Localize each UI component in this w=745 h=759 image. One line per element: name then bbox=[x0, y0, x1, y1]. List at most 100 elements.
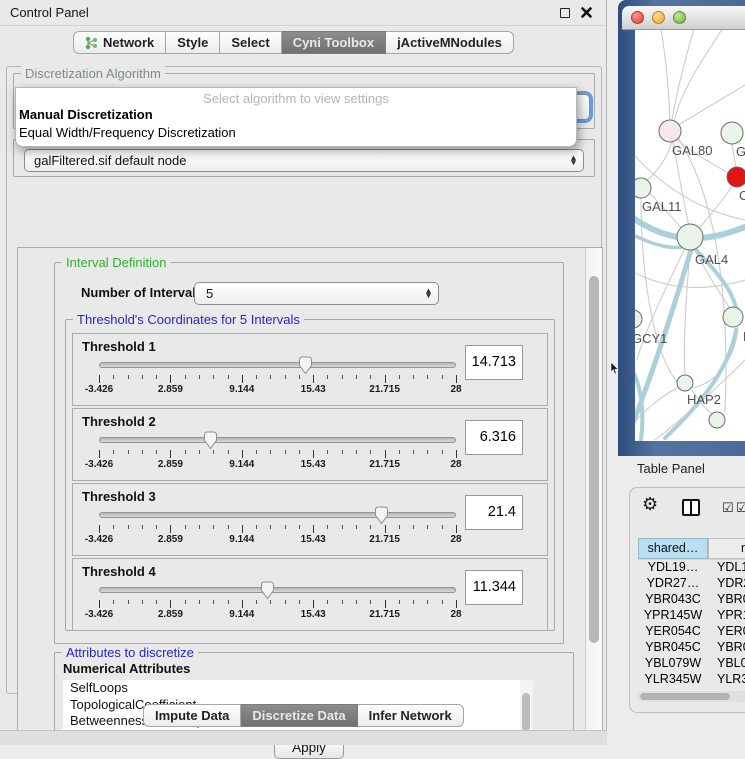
threshold-value-field[interactable]: 6.316 bbox=[465, 420, 523, 455]
tick-mark bbox=[228, 600, 229, 604]
tick-mark bbox=[185, 450, 186, 454]
slider-thumb-icon[interactable] bbox=[374, 506, 389, 525]
threshold-value-field[interactable]: 21.4 bbox=[465, 495, 523, 530]
vertical-scrollbar[interactable] bbox=[585, 248, 602, 732]
column-header-shared[interactable]: shared… bbox=[638, 538, 708, 559]
network-node[interactable] bbox=[635, 310, 642, 328]
table-data-combobox[interactable]: galFiltered.sif default node ▲▼ bbox=[24, 149, 584, 172]
slider-scale-labels: -3.4262.8599.14415.4321.71528 bbox=[99, 384, 456, 396]
table-row[interactable]: YPR145WYPR1 bbox=[638, 608, 745, 624]
tick-mark bbox=[385, 375, 386, 383]
threshold-panel: Threshold 3 -3.4262.8599.14415.4321.7152… bbox=[72, 483, 548, 556]
threshold-slider[interactable] bbox=[99, 508, 456, 524]
close-traffic-light[interactable] bbox=[631, 11, 644, 24]
tab-discretize-data[interactable]: Discretize Data bbox=[241, 704, 357, 727]
tick-mark bbox=[170, 375, 171, 383]
tick-label: 28 bbox=[450, 459, 461, 470]
tick-label: 21.715 bbox=[369, 459, 400, 470]
threshold-slider[interactable] bbox=[99, 358, 456, 374]
tick-label: -3.426 bbox=[85, 609, 113, 620]
table-cell-name: YLR3 bbox=[708, 672, 745, 688]
tick-mark bbox=[99, 450, 100, 458]
gear-icon[interactable]: ⚙ bbox=[642, 494, 658, 515]
tick-mark bbox=[456, 450, 457, 458]
table-row[interactable]: YBL079WYBL0 bbox=[638, 656, 745, 672]
float-window-icon[interactable] bbox=[560, 8, 570, 18]
slider-scale-labels: -3.4262.8599.14415.4321.71528 bbox=[99, 534, 456, 546]
tick-mark bbox=[128, 525, 129, 529]
table-row[interactable]: YIL052CYIL0 bbox=[638, 688, 745, 689]
popup-option-manual[interactable]: Manual Discretization bbox=[16, 106, 576, 124]
checkbox-icon[interactable]: ☑ bbox=[736, 501, 745, 516]
popup-option-equal-width[interactable]: Equal Width/Frequency Discretization bbox=[16, 124, 576, 142]
network-node[interactable] bbox=[677, 375, 693, 391]
node-label: C bbox=[739, 188, 745, 203]
columns-icon[interactable] bbox=[682, 499, 700, 516]
tick-label: -3.426 bbox=[85, 459, 113, 470]
tick-label: 21.715 bbox=[369, 534, 400, 545]
network-node[interactable] bbox=[659, 120, 681, 142]
close-icon[interactable] bbox=[581, 7, 592, 18]
slider-track[interactable] bbox=[99, 512, 456, 518]
control-panel-titlebar: Control Panel bbox=[0, 0, 606, 26]
control-panel-window: Control Panel Network Style Select Cyni … bbox=[0, 0, 607, 745]
slider-thumb-icon[interactable] bbox=[298, 356, 313, 375]
tab-network[interactable]: Network bbox=[73, 31, 166, 54]
column-header-name[interactable]: na bbox=[708, 538, 745, 559]
table-row[interactable]: YLR345WYLR3 bbox=[638, 672, 745, 688]
tab-infer-network[interactable]: Infer Network bbox=[358, 704, 464, 727]
node-label: GAL80 bbox=[672, 143, 712, 158]
threshold-slider[interactable] bbox=[99, 433, 456, 449]
table-row[interactable]: YDL19…YDL1 bbox=[638, 560, 745, 576]
tab-impute-data[interactable]: Impute Data bbox=[143, 704, 241, 727]
tick-mark bbox=[99, 525, 100, 533]
horizontal-scrollbar-thumb[interactable] bbox=[640, 693, 730, 700]
table-row[interactable]: YBR043CYBR0 bbox=[638, 592, 745, 608]
tab-jactivemnodules[interactable]: jActiveMNodules bbox=[386, 31, 514, 54]
slider-track[interactable] bbox=[99, 587, 456, 593]
vertical-scrollbar-thumb[interactable] bbox=[589, 276, 599, 643]
tab-select[interactable]: Select bbox=[220, 31, 281, 54]
tick-mark bbox=[185, 375, 186, 379]
tab-impute-label: Impute Data bbox=[155, 705, 229, 726]
slider-track[interactable] bbox=[99, 362, 456, 368]
zoom-traffic-light[interactable] bbox=[673, 11, 686, 24]
table-row[interactable]: YER054CYER0 bbox=[638, 624, 745, 640]
network-node[interactable] bbox=[727, 167, 745, 187]
tab-cyni-toolbox[interactable]: Cyni Toolbox bbox=[282, 31, 386, 54]
number-of-intervals-combobox[interactable]: 5 ▲▼ bbox=[194, 282, 439, 305]
slider-thumb-icon[interactable] bbox=[203, 431, 218, 450]
table-cell-shared-name: YIL052C bbox=[638, 688, 708, 689]
threshold-value-field[interactable]: 11.344 bbox=[465, 570, 523, 605]
threshold-value-field[interactable]: 14.713 bbox=[465, 345, 523, 380]
network-node[interactable] bbox=[677, 224, 703, 250]
table-row[interactable]: YDR27…YDR2 bbox=[638, 576, 745, 592]
network-node[interactable] bbox=[723, 307, 743, 327]
checkbox-icon[interactable]: ☑ bbox=[722, 501, 734, 516]
tick-mark bbox=[113, 525, 114, 529]
attribute-item[interactable]: SelfLoops bbox=[63, 680, 533, 697]
tick-label: 15.43 bbox=[301, 609, 326, 620]
stepper-arrows-icon: ▲▼ bbox=[571, 155, 576, 166]
network-canvas[interactable]: GAL80GCGAL11GAL4GCY1HHAP2 bbox=[635, 30, 745, 441]
tab-style[interactable]: Style bbox=[166, 31, 220, 54]
horizontal-scrollbar[interactable] bbox=[638, 691, 745, 702]
attributes-scrollbar-thumb[interactable] bbox=[522, 693, 530, 731]
network-node[interactable] bbox=[721, 122, 743, 144]
slider-thumb-icon[interactable] bbox=[260, 581, 275, 600]
tick-mark bbox=[270, 600, 271, 604]
tick-label: 21.715 bbox=[369, 609, 400, 620]
tick-mark bbox=[399, 600, 400, 604]
network-node[interactable] bbox=[635, 178, 651, 198]
minimize-traffic-light[interactable] bbox=[652, 11, 665, 24]
network-node[interactable] bbox=[709, 412, 725, 428]
tick-mark bbox=[413, 375, 414, 379]
threshold-slider[interactable] bbox=[99, 583, 456, 599]
slider-track[interactable] bbox=[99, 437, 456, 443]
attributes-scrollbar[interactable] bbox=[520, 680, 533, 731]
tick-mark bbox=[342, 600, 343, 604]
network-window-titlebar[interactable] bbox=[622, 6, 745, 30]
tick-label: 2.859 bbox=[158, 384, 183, 395]
table-row[interactable]: YBR045CYBR0 bbox=[638, 640, 745, 656]
tick-mark bbox=[356, 450, 357, 454]
